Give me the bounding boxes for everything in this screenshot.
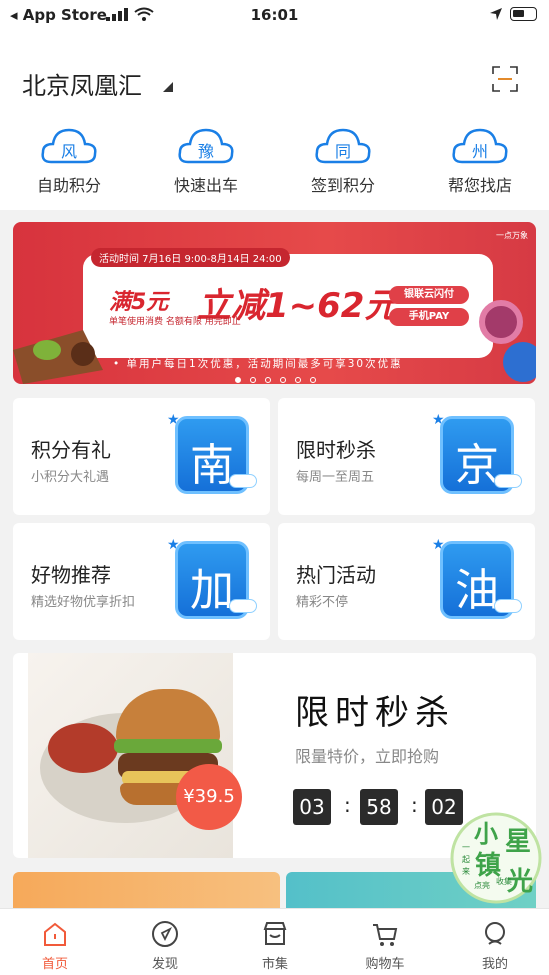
location-arrow-icon (490, 8, 502, 20)
cloud-tong-icon: 同 (315, 128, 371, 164)
svg-text:起: 起 (462, 855, 470, 864)
tile-title: 好物推荐 (31, 563, 111, 587)
shop-icon (263, 922, 287, 945)
countdown-separator: : (344, 793, 351, 817)
quick-action-label: 快速出车 (173, 176, 238, 195)
quick-action-checkin[interactable]: 同 签到积分 (288, 122, 398, 196)
tile-good-picks[interactable]: 好物推荐 精选好物优享折扣 ★ 加 (13, 523, 270, 640)
cloud-puff-icon (229, 599, 257, 613)
flash-sale-title: 限时秒杀 (295, 693, 455, 733)
tile-points-gifts[interactable]: 积分有礼 小积分大礼遇 ★ 南 (13, 398, 270, 515)
countdown-separator: : (411, 793, 418, 817)
cloud-yu-icon: 豫 (178, 128, 234, 164)
svg-text:来: 来 (462, 867, 470, 876)
promo-card-peek-left[interactable] (13, 872, 280, 912)
countdown-minutes: 58 (360, 789, 398, 825)
banner-pagination[interactable] (235, 368, 325, 384)
tab-home[interactable]: 首页 (0, 909, 110, 975)
price-badge: ¥39.5 (176, 764, 242, 830)
banner-logo: 一点万象 (496, 231, 528, 240)
quick-action-fast-exit[interactable]: 豫 快速出车 (151, 122, 261, 196)
banner-deco-circle (503, 342, 536, 382)
tab-label: 我的 (481, 957, 508, 972)
bottom-tab-bar: 首页 发现 市集 购物车 我的 (0, 908, 549, 975)
svg-text:星: 星 (505, 827, 531, 857)
quick-action-find-store[interactable]: 州 帮您找店 (425, 122, 535, 196)
tile-title: 热门活动 (296, 563, 376, 587)
svg-text:风: 风 (61, 142, 77, 161)
cloud-puff-icon (494, 474, 522, 488)
tab-market[interactable]: 市集 (220, 909, 330, 975)
header: 北京凤凰汇 风 自助积分 豫 快速出车 同 签到积分 州 帮您找店 (0, 30, 549, 210)
home-icon (44, 922, 66, 946)
quick-action-self-points[interactable]: 风 自助积分 (14, 122, 124, 196)
tile-hot-events[interactable]: 热门活动 精彩不停 ★ 油 (278, 523, 535, 640)
svg-text:收集: 收集 (496, 876, 512, 886)
cart-icon (373, 924, 398, 946)
banner-pill-mobile-pay: 手机PAY (389, 308, 469, 326)
svg-text:同: 同 (335, 142, 351, 161)
tab-label: 购物车 (365, 957, 405, 972)
countdown-hours: 03 (293, 789, 331, 825)
tab-discover[interactable]: 发现 (110, 909, 220, 975)
cloud-puff-icon (494, 599, 522, 613)
donut-icon (479, 300, 523, 344)
battery-icon (510, 7, 537, 21)
tab-label: 市集 (261, 957, 288, 972)
tab-cart[interactable]: 购物车 (330, 909, 440, 975)
tile-title: 限时秒杀 (296, 438, 376, 462)
promo-banner[interactable]: 活动时间 7月16日 9:00-8月14日 24:00 一点万象 满5元 立减1… (13, 222, 536, 384)
cloud-feng-icon: 风 (41, 128, 97, 164)
svg-text:点亮: 点亮 (474, 880, 490, 890)
profile-icon (485, 922, 505, 945)
tab-label: 首页 (41, 957, 68, 972)
banner-period: 活动时间 7月16日 9:00-8月14日 24:00 (91, 248, 290, 267)
tab-label: 发现 (151, 957, 178, 972)
tab-mine[interactable]: 我的 (440, 909, 549, 975)
quick-action-label: 签到积分 (310, 176, 375, 195)
status-bar: ◂ App Store 16:01 (0, 0, 549, 30)
tile-sub: 精选好物优享折扣 (31, 595, 136, 610)
quick-action-label: 自助积分 (36, 176, 101, 195)
quick-action-label: 帮您找店 (447, 176, 512, 195)
banner-headline: 满5元 (109, 290, 169, 315)
city-selector[interactable]: 北京凤凰汇 (22, 66, 142, 101)
svg-text:小: 小 (474, 820, 498, 848)
tile-flash-sale[interactable]: 限时秒杀 每周一至周五 ★ 京 (278, 398, 535, 515)
scan-icon[interactable] (492, 66, 518, 92)
banner-sub: 单笔使用消费 名额有限 用完即止 (109, 317, 241, 327)
svg-text:豫: 豫 (198, 142, 214, 161)
tile-sub: 小积分大礼遇 (31, 470, 110, 485)
city-caret-icon (163, 82, 173, 92)
compass-icon (152, 921, 178, 947)
tile-sub: 每周一至周五 (296, 470, 375, 485)
cloud-puff-icon (229, 474, 257, 488)
cloud-zhou-icon: 州 (452, 128, 508, 164)
tile-title: 积分有礼 (31, 438, 111, 462)
flash-sale-sub: 限量特价，立即抢购 (295, 747, 440, 766)
banner-illustration (13, 330, 103, 384)
tile-sub: 精彩不停 (296, 595, 349, 610)
banner-pill-unionpay: 银联云闪付 (389, 286, 469, 304)
svg-text:州: 州 (472, 142, 488, 161)
town-starlight-floating-logo[interactable]: 小 星 镇 光 一 起 来 点亮 收集 (448, 810, 544, 906)
svg-text:一: 一 (462, 843, 470, 852)
status-time: 16:01 (250, 6, 299, 24)
